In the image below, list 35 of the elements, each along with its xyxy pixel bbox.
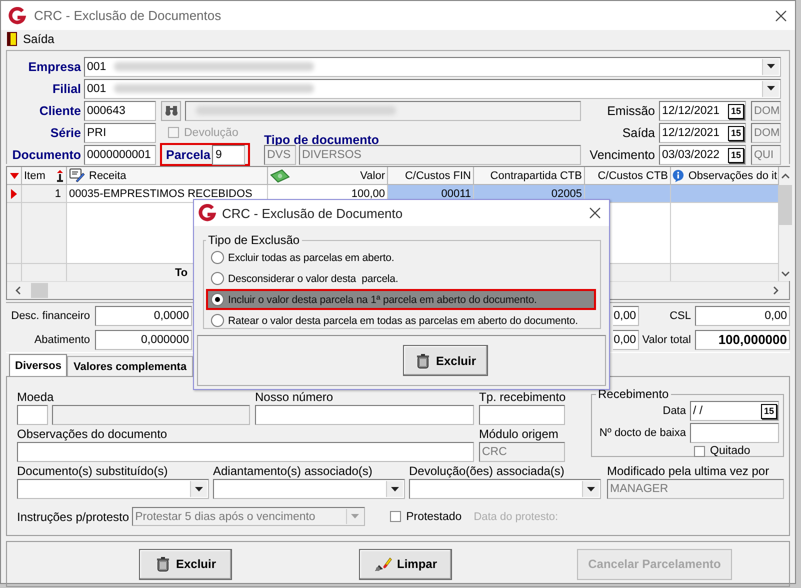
checkbox-label: Devolução <box>184 126 238 138</box>
field-label: Documento <box>11 148 81 162</box>
field-label: Filial <box>52 82 81 96</box>
field-label: Observações do documento <box>17 427 168 441</box>
field-label: Modificado pela ultima vez por <box>607 464 770 478</box>
field-label: Moeda <box>17 390 55 404</box>
dialog-title: CRC - Exclusão de Documento <box>222 206 404 220</box>
field-label: Adiantamento(s) associado(s) <box>213 464 374 478</box>
field-label: Data <box>662 405 686 417</box>
field-label: Instruções p/protesto <box>17 510 130 524</box>
field-label: Desc. financeiro <box>10 310 90 322</box>
field-label: Devolução(ões) associada(s) <box>409 464 566 478</box>
field-label: Abatimento <box>33 334 90 346</box>
section-label: Tipo de documento <box>264 133 380 147</box>
field-label: Vencimento <box>588 148 655 162</box>
field-label: Tp. recebimento <box>479 390 565 404</box>
field-label: Nosso número <box>255 390 334 404</box>
checkbox-label: Quitado <box>710 445 750 457</box>
field-label: Empresa <box>27 60 81 74</box>
group-label: Recebimento <box>597 387 670 401</box>
field-label: Nº docto de baixa <box>599 427 686 439</box>
checkbox-label: Protestado <box>406 510 462 522</box>
field-label: Documento(s) substituído(s) <box>17 464 169 478</box>
window-title: CRC - Exclusão de Documentos <box>34 8 222 23</box>
field-label: Emissão <box>606 104 655 118</box>
table-cell: 1 <box>22 185 67 203</box>
field-label: Data do protesto: <box>474 510 558 522</box>
field-label: CSL <box>668 310 691 322</box>
field-label: Saída <box>621 126 655 140</box>
field-label: Série <box>49 126 81 140</box>
field-label: Valor total <box>641 334 691 346</box>
field-label: Módulo origem <box>479 427 560 441</box>
group-label: Tipo de Exclusão <box>207 233 301 247</box>
field-label: Cliente <box>38 104 81 118</box>
field-label: Parcela <box>166 148 210 162</box>
